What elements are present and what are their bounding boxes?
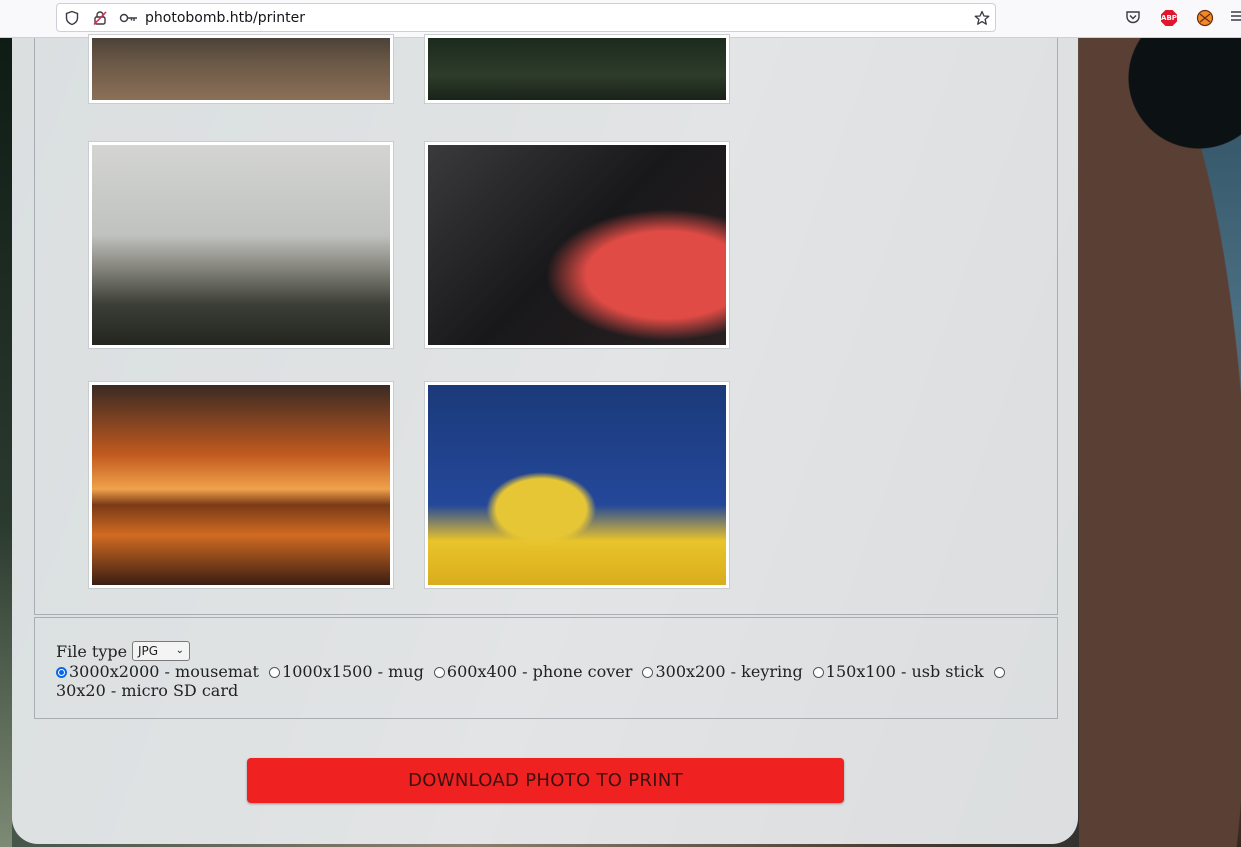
print-options: File type JPG ⌄ 3000x2000 - mousemat 100…: [34, 617, 1058, 719]
background-right: [1079, 38, 1241, 847]
size-option[interactable]: 3000x2000 - mousemat: [56, 662, 259, 681]
radio-button[interactable]: [812, 667, 824, 678]
file-type-label: File type: [56, 642, 128, 661]
size-option[interactable]: 150x100 - usb stick: [808, 662, 984, 681]
size-option-label[interactable]: 1000x1500 - mug: [282, 662, 424, 681]
radio-button[interactable]: [642, 667, 654, 678]
size-option-label[interactable]: 300x200 - keyring: [655, 662, 802, 681]
download-photo-button[interactable]: DOWNLOAD PHOTO TO PRINT: [247, 758, 844, 803]
size-radio-group: 3000x2000 - mousemat 1000x1500 - mug 600…: [56, 662, 1046, 700]
size-option-label[interactable]: 600x400 - phone cover: [447, 662, 632, 681]
browser-toolbar: photobomb.htb/printer ABP: [0, 0, 1241, 38]
file-type-value: JPG: [138, 644, 159, 658]
chevron-down-icon: ⌄: [175, 645, 184, 656]
size-option-label[interactable]: 30x20 - micro SD card: [56, 681, 238, 700]
photo-gallery: [34, 35, 1058, 615]
menu-icon[interactable]: [1229, 9, 1241, 27]
size-option[interactable]: 300x200 - keyring: [637, 662, 803, 681]
adblock-icon[interactable]: ABP: [1160, 9, 1178, 27]
adblock-label: ABP: [1161, 14, 1177, 22]
extension-icon[interactable]: [1196, 9, 1214, 27]
shield-icon[interactable]: [64, 10, 80, 26]
radio-button[interactable]: [433, 667, 445, 678]
insecure-lock-icon[interactable]: [92, 10, 108, 26]
photo-ferns-in-forest[interactable]: [425, 35, 729, 103]
pocket-icon[interactable]: [1124, 9, 1142, 27]
url-text[interactable]: photobomb.htb/printer: [145, 10, 305, 26]
printer-panel: File type JPG ⌄ 3000x2000 - mousemat 100…: [12, 35, 1078, 844]
bookmark-star-icon[interactable]: [974, 10, 990, 26]
photo-yellow-tree-blue-sky[interactable]: [425, 382, 729, 588]
radio-button[interactable]: [993, 667, 1005, 678]
size-option-label[interactable]: 3000x2000 - mousemat: [69, 662, 259, 681]
radio-button[interactable]: [269, 667, 281, 678]
background-left: [0, 38, 12, 847]
file-type-select[interactable]: JPG ⌄: [132, 641, 190, 661]
photo-red-glass-curves[interactable]: [425, 142, 729, 348]
key-icon[interactable]: [119, 10, 139, 26]
photo-tools-on-workbench[interactable]: [89, 35, 393, 103]
size-option-label[interactable]: 150x100 - usb stick: [826, 662, 984, 681]
photo-boat-at-sunset[interactable]: [89, 382, 393, 588]
url-bar[interactable]: photobomb.htb/printer: [56, 3, 996, 32]
photo-misty-coastline[interactable]: [89, 142, 393, 348]
size-option[interactable]: 1000x1500 - mug: [264, 662, 424, 681]
radio-button[interactable]: [56, 667, 67, 678]
size-option[interactable]: 600x400 - phone cover: [429, 662, 632, 681]
